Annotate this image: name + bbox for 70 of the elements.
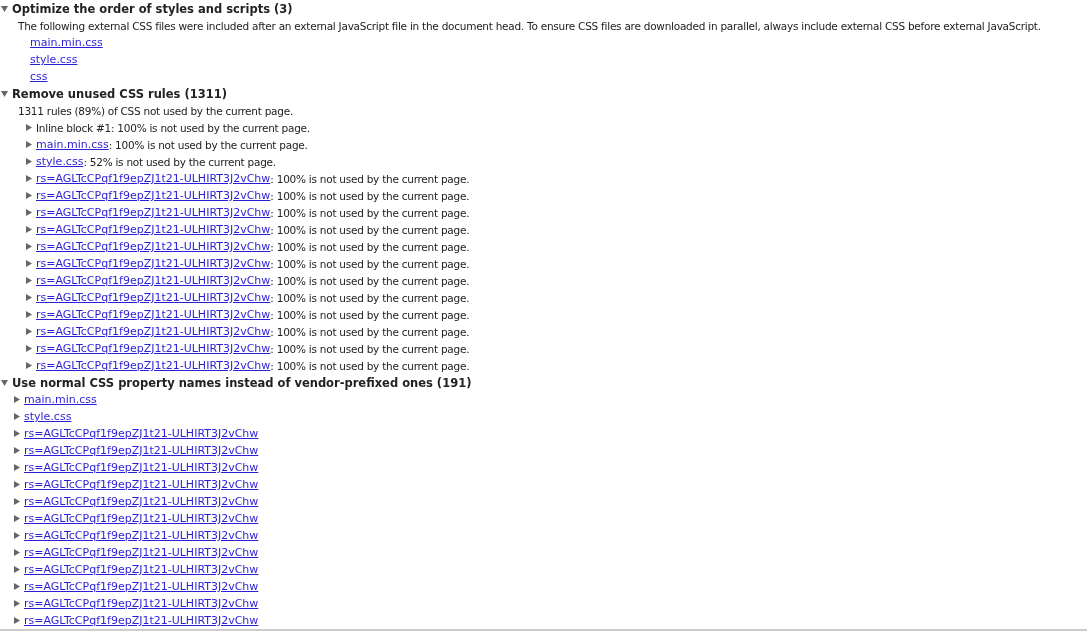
collapsed-triangle-icon[interactable] bbox=[12, 395, 21, 404]
collapsed-triangle-icon[interactable] bbox=[12, 616, 21, 625]
file-link[interactable]: rs=AGLTcCPqf1f9epZJ1t21-ULHIRT3J2vChw bbox=[24, 495, 259, 508]
result-text: : 100% is not used by the current page. bbox=[270, 342, 470, 355]
collapsed-triangle-icon[interactable] bbox=[12, 463, 21, 472]
section-title: Use normal CSS property names instead of vendor-prefixed ones (191) bbox=[12, 375, 472, 390]
expanded-triangle-icon[interactable] bbox=[0, 378, 9, 387]
collapsed-triangle-icon[interactable] bbox=[12, 531, 21, 540]
result-text: : 100% is not used by the current page. bbox=[270, 325, 470, 338]
collapsed-triangle-icon[interactable] bbox=[24, 259, 33, 268]
expanded-triangle-icon[interactable] bbox=[0, 89, 9, 98]
collapsed-triangle-icon[interactable] bbox=[24, 242, 33, 251]
result-text: : 100% is not used by the current page. bbox=[270, 223, 470, 236]
collapsed-triangle-icon[interactable] bbox=[24, 157, 33, 166]
collapsed-triangle-icon[interactable] bbox=[24, 276, 33, 285]
result-text: : 100% is not used by the current page. bbox=[270, 359, 470, 372]
collapsed-triangle-icon[interactable] bbox=[24, 310, 33, 319]
expanded-triangle-icon[interactable] bbox=[0, 4, 9, 13]
result-text: : 100% is not used by the current page. bbox=[270, 206, 470, 219]
collapsed-triangle-icon[interactable] bbox=[24, 327, 33, 336]
collapsed-triangle-icon[interactable] bbox=[24, 361, 33, 370]
result-text: : 100% is not used by the current page. bbox=[270, 274, 470, 287]
file-link[interactable]: rs=AGLTcCPqf1f9epZJ1t21-ULHIRT3J2vChw bbox=[24, 512, 259, 525]
file-link[interactable]: rs=AGLTcCPqf1f9epZJ1t21-ULHIRT3J2vChw bbox=[24, 563, 259, 576]
collapsed-triangle-icon[interactable] bbox=[12, 497, 21, 506]
file-link[interactable]: rs=AGLTcCPqf1f9epZJ1t21-ULHIRT3J2vChw bbox=[24, 444, 259, 457]
file-link[interactable]: css bbox=[30, 70, 48, 83]
file-link[interactable]: rs=AGLTcCPqf1f9epZJ1t21-ULHIRT3J2vChw bbox=[24, 597, 259, 610]
collapsed-triangle-icon[interactable] bbox=[24, 191, 33, 200]
section-title: Remove unused CSS rules (1311) bbox=[12, 86, 227, 101]
collapsed-triangle-icon[interactable] bbox=[12, 480, 21, 489]
collapsed-triangle-icon[interactable] bbox=[12, 412, 21, 421]
file-link[interactable]: rs=AGLTcCPqf1f9epZJ1t21-ULHIRT3J2vChw bbox=[24, 614, 259, 627]
collapsed-triangle-icon[interactable] bbox=[12, 429, 21, 438]
collapsed-triangle-icon[interactable] bbox=[12, 446, 21, 455]
file-link[interactable]: rs=AGLTcCPqf1f9epZJ1t21-ULHIRT3J2vChw bbox=[24, 461, 259, 474]
file-link[interactable]: rs=AGLTcCPqf1f9epZJ1t21-ULHIRT3J2vChw bbox=[24, 427, 259, 440]
result-text: : 100% is not used by the current page. bbox=[270, 240, 470, 253]
result-text: : 100% is not used by the current page. bbox=[270, 257, 470, 270]
section-title: Optimize the order of styles and scripts (3) bbox=[12, 1, 293, 16]
collapsed-triangle-icon[interactable] bbox=[12, 548, 21, 557]
result-text: : 100% is not used by the current page. bbox=[270, 291, 470, 304]
collapsed-triangle-icon[interactable] bbox=[24, 140, 33, 149]
collapsed-triangle-icon[interactable] bbox=[24, 225, 33, 234]
result-text: : 100% is not used by the current page. bbox=[270, 172, 470, 185]
collapsed-triangle-icon[interactable] bbox=[24, 174, 33, 183]
file-link[interactable]: style.css bbox=[30, 53, 78, 66]
collapsed-triangle-icon[interactable] bbox=[24, 123, 33, 132]
section-description: The following external CSS files were included after an external JavaScript file in the document head. To ensure CSS files are downloaded in parallel, always include external CSS before external JavaScript. bbox=[18, 19, 1041, 32]
collapsed-triangle-icon[interactable] bbox=[24, 293, 33, 302]
result-text: Inline block #1: 100% is not used by the current page. bbox=[36, 121, 310, 134]
result-text: : 52% is not used by the current page. bbox=[83, 155, 276, 168]
file-link[interactable]: rs=AGLTcCPqf1f9epZJ1t21-ULHIRT3J2vChw bbox=[24, 580, 259, 593]
file-link[interactable]: style.css bbox=[24, 410, 72, 423]
section-description: 1311 rules (89%) of CSS not used by the current page. bbox=[18, 104, 293, 117]
collapsed-triangle-icon[interactable] bbox=[12, 582, 21, 591]
collapsed-triangle-icon[interactable] bbox=[24, 208, 33, 217]
file-link[interactable]: rs=AGLTcCPqf1f9epZJ1t21-ULHIRT3J2vChw bbox=[24, 529, 259, 542]
file-link[interactable]: main.min.css bbox=[36, 138, 109, 151]
collapsed-triangle-icon[interactable] bbox=[12, 599, 21, 608]
collapsed-triangle-icon[interactable] bbox=[12, 565, 21, 574]
result-text: : 100% is not used by the current page. bbox=[108, 138, 308, 151]
result-text: : 100% is not used by the current page. bbox=[270, 189, 470, 202]
collapsed-triangle-icon[interactable] bbox=[24, 344, 33, 353]
file-link[interactable]: main.min.css bbox=[24, 393, 97, 406]
result-text: : 100% is not used by the current page. bbox=[270, 308, 470, 321]
file-link[interactable]: main.min.css bbox=[30, 36, 103, 49]
file-link[interactable]: rs=AGLTcCPqf1f9epZJ1t21-ULHIRT3J2vChw bbox=[24, 478, 259, 491]
collapsed-triangle-icon[interactable] bbox=[12, 514, 21, 523]
file-link[interactable]: rs=AGLTcCPqf1f9epZJ1t21-ULHIRT3J2vChw bbox=[24, 546, 259, 559]
